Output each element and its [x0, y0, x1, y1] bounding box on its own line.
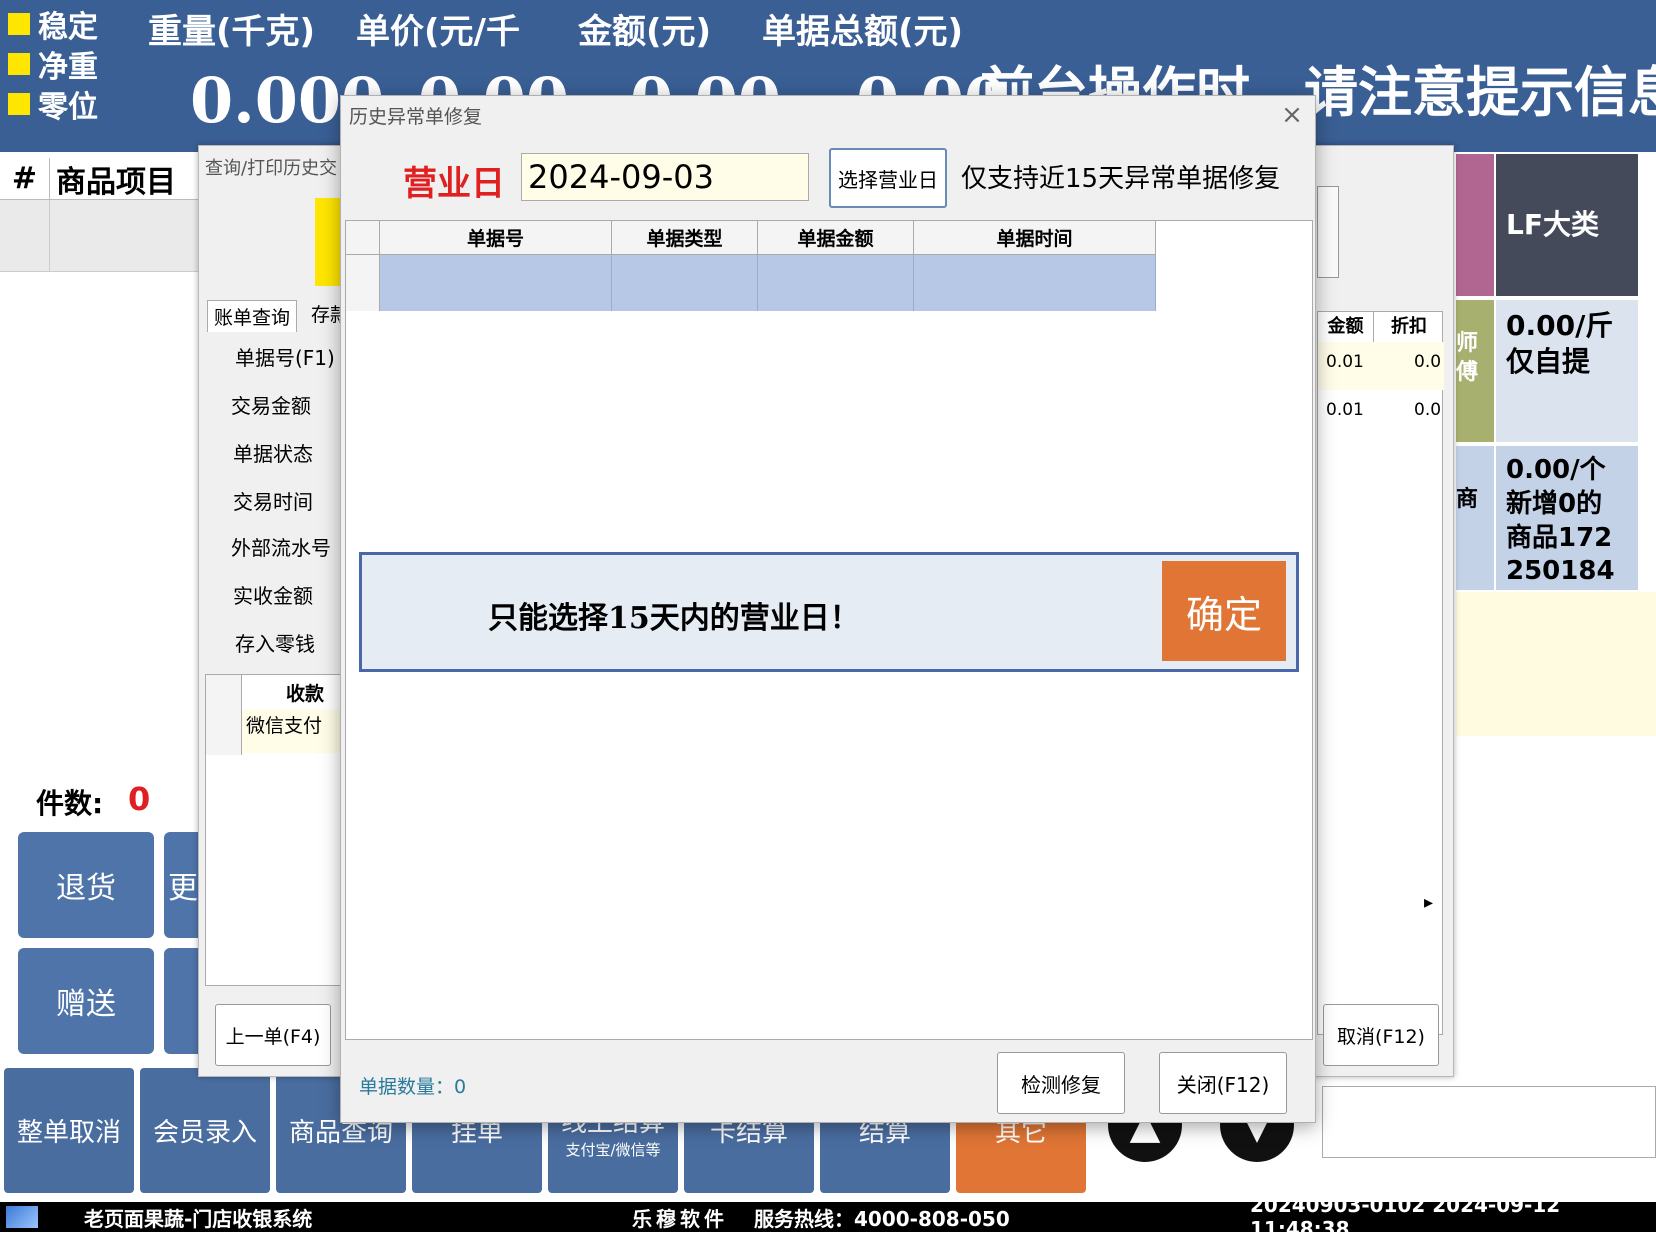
- item-count-label: 件数:: [36, 787, 104, 820]
- product-grid-row[interactable]: [0, 200, 200, 272]
- detail-header-amount: 金额: [1318, 312, 1374, 342]
- col-bill-type: 单据类型: [612, 221, 758, 255]
- empty-tile[interactable]: [1456, 592, 1656, 736]
- dialog-title: 历史异常单修复: [349, 106, 483, 128]
- return-button[interactable]: 退货: [18, 832, 154, 938]
- detail-cell-amount-2: 0.01: [1326, 400, 1364, 420]
- payment-row[interactable]: 微信支付: [242, 709, 342, 753]
- product-tile-2[interactable]: 0.00/个 新增0的商品172250184613: [1496, 446, 1638, 620]
- stable-light-icon: [8, 13, 30, 35]
- vendor-name: 乐穆软件: [632, 1206, 728, 1231]
- field-bill-number: 单据号(F1): [235, 346, 335, 370]
- field-external-serial: 外部流水号: [231, 536, 331, 560]
- field-received: 实收金额: [233, 584, 313, 608]
- product-tile-1[interactable]: 0.00/斤 仅自提: [1496, 300, 1638, 442]
- business-day-input[interactable]: [521, 153, 809, 201]
- session-info: 20240903-0102 2024-09-12 11:48:38: [1250, 1193, 1561, 1241]
- col-bill-number: 单据号: [380, 221, 612, 255]
- grid-product-header: 商品项目: [56, 164, 176, 200]
- store-name: 老页面果蔬-门店收银系统: [84, 1206, 313, 1231]
- zero-light-icon: [8, 93, 30, 115]
- query-window-title: 查询/打印历史交: [205, 158, 338, 179]
- field-time: 交易时间: [233, 490, 313, 514]
- dialog-close-button[interactable]: 关闭(F12): [1159, 1052, 1287, 1114]
- alert-box: 只能选择15天内的营业日！ 确定: [359, 552, 1299, 672]
- zero-indicator: 零位: [8, 86, 118, 125]
- gift-button[interactable]: 赠送: [18, 948, 154, 1054]
- status-bar: 老页面果蔬-门店收银系统 乐穆软件 服务热线：4000-808-050 2024…: [0, 1193, 1656, 1241]
- prev-bill-button[interactable]: 上一单(F4): [215, 1004, 331, 1066]
- online-pay-sub: 支付宝/微信等: [565, 1140, 661, 1159]
- unit-price-header: 单价(元/千: [356, 12, 520, 52]
- hotline: 服务热线：4000-808-050: [754, 1206, 1010, 1231]
- record-count: 单据数量：0: [359, 1076, 467, 1098]
- detail-cell-amount-1: 0.01: [1326, 352, 1364, 372]
- net-light-icon: [8, 53, 30, 75]
- abnormal-bill-repair-dialog: 历史异常单修复 × 营业日 选择营业日 仅支持近15天异常单据修复 单据号 单据…: [340, 95, 1316, 1123]
- col-bill-amount: 单据金额: [758, 221, 914, 255]
- net-weight-indicator: 净重: [8, 46, 118, 85]
- query-cancel-button[interactable]: 取消(F12): [1323, 1004, 1439, 1066]
- weight-header: 重量(千克): [148, 12, 316, 52]
- field-status: 单据状态: [233, 442, 313, 466]
- detail-table: 金额 折扣 0.01 0.0 0.01 0.0 ▸: [1317, 311, 1444, 1035]
- bill-row-cell[interactable]: [380, 255, 612, 311]
- tab-bill-query[interactable]: 账单查询: [207, 300, 298, 332]
- business-day-label: 营业日: [403, 164, 505, 204]
- member-entry-button[interactable]: 会员录入: [140, 1068, 270, 1193]
- category-tile-lf[interactable]: LF大类: [1496, 154, 1638, 296]
- alert-ok-button[interactable]: 确定: [1162, 561, 1286, 661]
- close-icon[interactable]: ×: [1277, 100, 1307, 130]
- app-logo-icon: [6, 1206, 38, 1228]
- side-tile-master[interactable]: 师傅: [1456, 300, 1494, 442]
- detail-cell-discount-1: 0.0: [1414, 352, 1442, 372]
- row-header-corner: [346, 221, 380, 255]
- amount-header: 金额(元): [578, 12, 712, 52]
- row-selector[interactable]: [346, 255, 380, 311]
- bill-row-cell[interactable]: [612, 255, 758, 311]
- detect-repair-button[interactable]: 检测修复: [997, 1052, 1125, 1114]
- alert-message: 只能选择15天内的营业日！: [488, 601, 860, 636]
- side-tile-product[interactable]: 商: [1456, 446, 1494, 590]
- payment-table: 收款方 微信支付: [205, 674, 342, 986]
- detail-cell-discount-2: 0.0: [1414, 400, 1442, 420]
- select-business-day-button[interactable]: 选择营业日: [829, 148, 947, 208]
- stable-indicator: 稳定: [8, 6, 118, 45]
- product-grid-header: # 商品项目: [0, 157, 200, 200]
- repair-hint: 仅支持近15天异常单据修复: [961, 164, 1281, 194]
- category-tile-pink[interactable]: [1456, 154, 1494, 296]
- scroll-right-icon[interactable]: ▸: [1424, 892, 1433, 913]
- grid-index-header: #: [0, 157, 50, 200]
- item-count-value: 0: [128, 780, 151, 818]
- total-header: 单据总额(元): [762, 12, 964, 52]
- input-area[interactable]: [1322, 1086, 1656, 1158]
- query-side-button[interactable]: [1317, 186, 1339, 278]
- field-amount: 交易金额: [231, 394, 311, 418]
- bill-row-cell[interactable]: [914, 255, 1156, 311]
- detail-header-discount: 折扣: [1391, 316, 1427, 337]
- col-bill-time: 单据时间: [914, 221, 1156, 255]
- bill-row-cell[interactable]: [758, 255, 914, 311]
- field-change: 存入零钱: [235, 632, 315, 656]
- cancel-order-button[interactable]: 整单取消: [4, 1068, 134, 1193]
